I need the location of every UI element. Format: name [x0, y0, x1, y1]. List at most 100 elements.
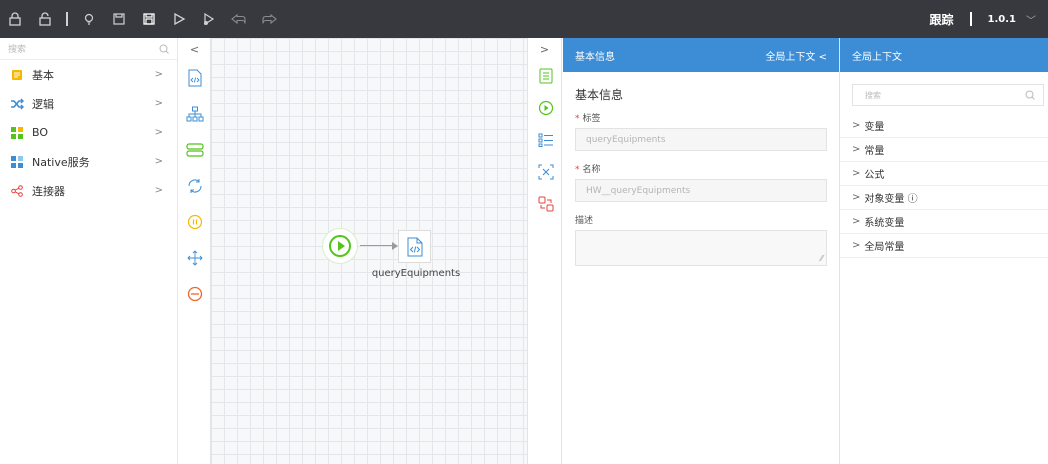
top-toolbar: 跟踪 1.0.1 ﹀ [0, 0, 1048, 38]
chevron-right-icon: > [852, 216, 861, 227]
version-select[interactable]: 1.0.1 [988, 14, 1016, 25]
tab-variables[interactable] [528, 124, 563, 156]
start-circle-icon [329, 235, 351, 257]
context-item-system-variables[interactable]: > 系统变量 [840, 210, 1048, 234]
tab-start[interactable] [528, 92, 563, 124]
start-node[interactable] [322, 228, 358, 264]
tab-basic-info[interactable] [528, 60, 563, 92]
global-context-toggle[interactable]: 全局上下文 < [765, 48, 827, 63]
script-icon [407, 237, 422, 256]
section-title: 基本信息 [575, 88, 624, 102]
category-connector[interactable]: 连接器 > [0, 176, 177, 205]
category-logic[interactable]: 逻辑 > [0, 89, 177, 118]
context-item-label: 公式 [864, 170, 885, 181]
run-icon[interactable] [164, 0, 194, 38]
connection-line[interactable] [360, 245, 394, 246]
grid-icon [10, 126, 24, 140]
context-item-label: 系统变量 [864, 218, 905, 229]
pause-node-icon[interactable] [179, 204, 211, 240]
script-node-label: queryEquipments [371, 268, 461, 279]
component-search[interactable]: 搜索 [0, 38, 177, 60]
decision-node-icon[interactable] [179, 240, 211, 276]
tab-exchange[interactable] [528, 188, 563, 220]
end-node-icon[interactable] [179, 276, 211, 312]
category-native-service[interactable]: Native服务 > [0, 147, 177, 176]
context-item-formulas[interactable]: > 公式 [840, 162, 1048, 186]
bullet-list-icon [538, 133, 553, 147]
script-node-icon[interactable] [179, 60, 211, 96]
list-node-icon[interactable] [179, 132, 211, 168]
description-field-label: 描述 [575, 216, 594, 226]
property-tabs: > [527, 38, 562, 464]
context-item-variables[interactable]: > 变量 [840, 114, 1048, 138]
frame-icon [538, 164, 553, 180]
search-icon[interactable] [159, 44, 169, 54]
context-item-label: 常量 [864, 146, 885, 157]
unlock-icon[interactable] [30, 0, 60, 38]
component-search-input[interactable]: 搜索 [8, 42, 26, 55]
category-basic[interactable]: 基本 > [0, 60, 177, 89]
label-field-text: 标签 [582, 114, 601, 124]
redo-icon[interactable] [254, 0, 284, 38]
chevron-right-icon: > [852, 168, 861, 179]
tab-mapping[interactable] [528, 156, 563, 188]
toolbar-right-separator [969, 12, 972, 26]
toolbar-right: 跟踪 1.0.1 ﹀ [930, 0, 1036, 38]
script-node[interactable] [398, 230, 431, 263]
lock-icon[interactable] [0, 0, 30, 38]
grid-icon [10, 155, 24, 169]
save-as-icon[interactable] [134, 0, 164, 38]
chevron-right-icon: > [852, 144, 861, 155]
properties-panel: 基本信息 全局上下文 < 基本信息 * 标签 queryEquipments * 名… [563, 38, 839, 464]
context-item-object-variables[interactable]: > 对象变量 ⓘ [840, 186, 1048, 210]
exchange-icon [538, 196, 553, 212]
chevron-right-icon: > [154, 98, 163, 109]
properties-header-title: 基本信息 [575, 51, 615, 63]
trace-button[interactable]: 跟踪 [930, 11, 954, 28]
category-label: Native服务 [32, 155, 90, 169]
properties-body: 基本信息 * 标签 queryEquipments * 名称 HW__queryEq… [563, 72, 839, 266]
context-item-label: 全局常量 [864, 242, 905, 253]
required-marker: * [575, 165, 580, 175]
context-item-label: 对象变量 ⓘ [864, 194, 918, 205]
global-context-header: 全局上下文 [840, 38, 1048, 72]
category-label: 逻辑 [32, 97, 54, 111]
name-field-text: 名称 [582, 165, 601, 175]
chevron-right-icon: > [154, 156, 163, 167]
chevron-down-icon[interactable]: ﹀ [1026, 12, 1036, 27]
list-document-icon [539, 68, 552, 84]
category-bo[interactable]: BO > [0, 118, 177, 147]
name-field-input[interactable]: HW__queryEquipments [575, 179, 827, 202]
context-item-global-constants[interactable]: > 全局常量 [840, 234, 1048, 258]
expand-panel-button[interactable]: > [528, 38, 561, 60]
label-field-input[interactable]: queryEquipments [575, 128, 827, 151]
collapse-panel-button[interactable]: < [179, 38, 210, 60]
search-icon[interactable] [1025, 90, 1035, 100]
context-item-constants[interactable]: > 常量 [840, 138, 1048, 162]
category-label: BO [32, 126, 49, 139]
description-textarea[interactable]: ⁄⁄ [575, 230, 827, 266]
share-icon [10, 184, 24, 198]
flow-canvas[interactable]: queryEquipments [211, 38, 527, 464]
save-icon[interactable] [104, 0, 134, 38]
undo-icon[interactable] [224, 0, 254, 38]
chevron-right-icon: > [852, 120, 861, 131]
loop-node-icon[interactable] [179, 168, 211, 204]
resize-handle-icon[interactable]: ⁄⁄ [820, 254, 823, 263]
name-field-label: * 名称 [575, 162, 827, 175]
play-circle-icon [538, 100, 553, 116]
context-search[interactable]: 搜索 [852, 84, 1044, 106]
category-label: 连接器 [32, 184, 65, 198]
debug-icon[interactable] [194, 0, 224, 38]
lightbulb-icon[interactable] [74, 0, 104, 38]
properties-header: 基本信息 全局上下文 < [563, 38, 839, 72]
chevron-right-icon: > [852, 192, 861, 203]
category-label: 基本 [32, 68, 54, 82]
required-marker: * [575, 114, 580, 124]
chevron-right-icon: > [852, 240, 861, 251]
subflow-node-icon[interactable] [179, 96, 211, 132]
document-icon [10, 68, 24, 82]
label-field-label: * 标签 [575, 111, 827, 124]
chevron-right-icon: > [154, 69, 163, 80]
context-search-input[interactable]: 搜索 [865, 90, 881, 101]
